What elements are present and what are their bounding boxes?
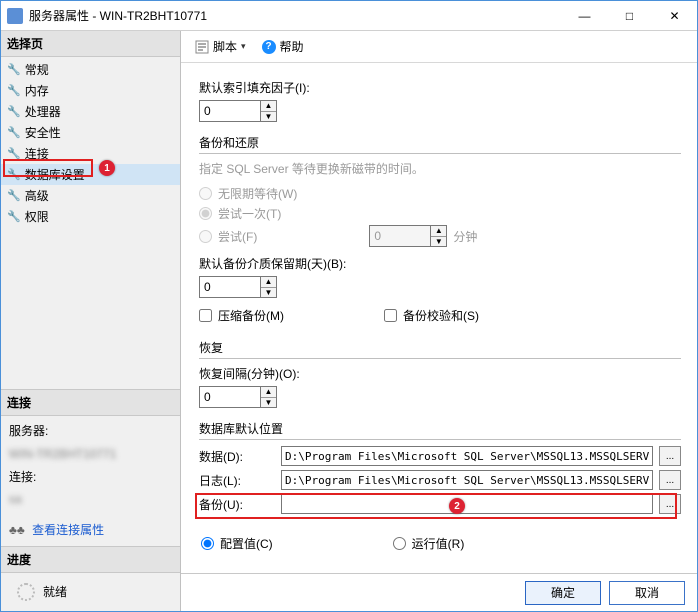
cancel-button[interactable]: 取消 — [609, 581, 685, 605]
highlight-box-1 — [3, 159, 93, 177]
spin-up[interactable]: ▲ — [261, 277, 276, 288]
view-connection-properties-link[interactable]: 查看连接属性 — [32, 523, 104, 537]
running-values-radio[interactable]: 运行值(R) — [393, 535, 465, 552]
select-page-header: 选择页 — [1, 31, 180, 57]
progress-spinner-icon — [17, 583, 35, 601]
fill-factor-label: 默认索引填充因子(I): — [199, 79, 310, 96]
configured-values-radio[interactable]: 配置值(C) — [201, 535, 273, 552]
annotation-badge-1: 1 — [99, 160, 115, 176]
connection-icon: ♣♣ — [9, 519, 25, 542]
connection-label: 连接: — [9, 466, 172, 489]
fill-factor-input[interactable] — [199, 100, 261, 122]
toolbar: 脚本 ▾ ? 帮助 — [181, 31, 697, 63]
window-title: 服务器属性 - WIN-TR2BHT10771 — [29, 7, 562, 24]
try-once-label: 尝试一次(T) — [218, 205, 281, 222]
connection-value: sa — [9, 488, 22, 511]
default-locations-header: 数据库默认位置 — [199, 418, 681, 440]
sidebar-item-general[interactable]: 🔧常规 — [1, 59, 180, 80]
spin-up[interactable]: ▲ — [261, 387, 276, 398]
spin-down[interactable]: ▼ — [261, 398, 276, 408]
spin-up[interactable]: ▲ — [261, 101, 276, 112]
sidebar-item-processors[interactable]: 🔧处理器 — [1, 101, 180, 122]
log-path-label: 日志(L): — [199, 472, 275, 489]
dialog-footer: 确定 取消 — [181, 573, 697, 611]
fill-factor-spin[interactable]: ▲▼ — [199, 100, 277, 122]
annotation-badge-2: 2 — [449, 498, 465, 514]
spin-down: ▼ — [431, 237, 446, 247]
data-path-label: 数据(D): — [199, 448, 275, 465]
recovery-interval-spin[interactable]: ▲▼ — [199, 386, 277, 408]
page-list: 🔧常规 🔧内存 🔧处理器 🔧安全性 🔧连接 🔧数据库设置 🔧高级 🔧权限 — [1, 57, 180, 229]
backup-restore-header: 备份和还原 — [199, 132, 681, 154]
retention-spin[interactable]: ▲▼ — [199, 276, 277, 298]
titlebar: 服务器属性 - WIN-TR2BHT10771 — □ ✕ — [1, 1, 697, 31]
minimize-button[interactable]: — — [562, 1, 607, 31]
browse-data-button[interactable]: ... — [659, 446, 681, 466]
log-path-input[interactable] — [281, 470, 653, 490]
sidebar: 选择页 🔧常规 🔧内存 🔧处理器 🔧安全性 🔧连接 🔧数据库设置 🔧高级 🔧权限… — [1, 31, 181, 611]
main-panel: 脚本 ▾ ? 帮助 默认索引填充因子(I): ▲▼ — [181, 31, 697, 611]
server-label: 服务器: — [9, 420, 172, 443]
wait-infinite-radio — [199, 187, 212, 200]
chevron-down-icon: ▾ — [241, 41, 246, 52]
progress-header: 进度 — [1, 547, 180, 573]
wrench-icon: 🔧 — [7, 84, 21, 97]
ok-button[interactable]: 确定 — [525, 581, 601, 605]
progress-status: 就绪 — [43, 581, 67, 604]
retention-label: 默认备份介质保留期(天)(B): — [199, 255, 346, 272]
minutes-label: 分钟 — [453, 228, 477, 245]
try-for-input — [369, 225, 431, 247]
server-properties-window: 服务器属性 - WIN-TR2BHT10771 — □ ✕ 选择页 🔧常规 🔧内… — [0, 0, 698, 612]
close-button[interactable]: ✕ — [652, 1, 697, 31]
spin-down[interactable]: ▼ — [261, 112, 276, 122]
connection-header: 连接 — [1, 390, 180, 416]
sidebar-item-advanced[interactable]: 🔧高级 — [1, 185, 180, 206]
wrench-icon: 🔧 — [7, 126, 21, 139]
wrench-icon: 🔧 — [7, 63, 21, 76]
browse-log-button[interactable]: ... — [659, 470, 681, 490]
wrench-icon: 🔧 — [7, 105, 21, 118]
help-button[interactable]: ? 帮助 — [258, 36, 308, 57]
try-for-radio — [199, 230, 212, 243]
spin-up: ▲ — [431, 226, 446, 237]
spin-down[interactable]: ▼ — [261, 288, 276, 298]
script-button[interactable]: 脚本 ▾ — [191, 36, 250, 57]
highlight-box-2 — [195, 493, 677, 519]
compress-backup-check[interactable]: 压缩备份(M) — [199, 307, 284, 324]
backup-checksum-check[interactable]: 备份校验和(S) — [384, 307, 479, 324]
content-area: 默认索引填充因子(I): ▲▼ 备份和还原 指定 SQL Server 等待更换… — [181, 63, 697, 573]
try-once-radio — [199, 207, 212, 220]
tape-hint: 指定 SQL Server 等待更换新磁带的时间。 — [199, 160, 681, 177]
try-for-label: 尝试(F) — [218, 228, 257, 245]
try-for-spin: ▲▼ — [369, 225, 447, 247]
script-icon — [195, 40, 209, 54]
wrench-icon: 🔧 — [7, 189, 21, 202]
recovery-header: 恢复 — [199, 337, 681, 359]
sidebar-item-security[interactable]: 🔧安全性 — [1, 122, 180, 143]
help-icon: ? — [262, 40, 276, 54]
retention-input[interactable] — [199, 276, 261, 298]
maximize-button[interactable]: □ — [607, 1, 652, 31]
server-value: WIN-TR2BHT10771 — [9, 443, 116, 466]
recovery-interval-input[interactable] — [199, 386, 261, 408]
sidebar-item-memory[interactable]: 🔧内存 — [1, 80, 180, 101]
wrench-icon: 🔧 — [7, 210, 21, 223]
wait-infinite-label: 无限期等待(W) — [218, 185, 297, 202]
recovery-interval-label: 恢复间隔(分钟)(O): — [199, 365, 300, 382]
sidebar-item-permissions[interactable]: 🔧权限 — [1, 206, 180, 227]
data-path-input[interactable] — [281, 446, 653, 466]
app-icon — [7, 8, 23, 24]
